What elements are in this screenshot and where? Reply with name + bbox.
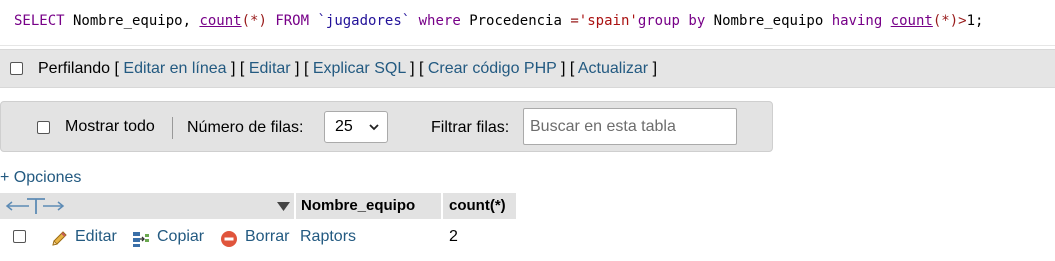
sql-token: Nombre_equipo (705, 13, 832, 29)
sql-token: = (570, 13, 579, 29)
profiling-checkbox[interactable] (10, 62, 23, 75)
edit-link[interactable]: Editar (249, 60, 291, 77)
pencil-icon (52, 231, 67, 246)
edit-inline-link[interactable]: Editar en línea (123, 60, 226, 77)
search-table-input[interactable] (523, 108, 737, 145)
actions-header-cell (0, 193, 294, 219)
column-header-label: count(*) (449, 197, 506, 214)
cell-nombre-equipo[interactable]: Raptors (300, 228, 356, 246)
show-all-label[interactable]: Mostrar todo (65, 118, 155, 136)
options-link[interactable]: + Opciones (0, 169, 81, 187)
sql-token: 1 (966, 13, 976, 29)
sort-triangle-icon[interactable] (277, 202, 290, 211)
column-arrows-icon[interactable] (5, 197, 65, 215)
rows-count-select[interactable]: 25 (324, 111, 388, 143)
sql-token: (*)> (932, 13, 967, 29)
profiling-line: Perfilando [ Editar en línea ] [ Editar … (38, 60, 658, 77)
show-all-checkbox[interactable] (37, 121, 50, 134)
refresh-link[interactable]: Actualizar (578, 60, 648, 77)
sql-token: count (890, 13, 933, 29)
edit-row-label: Editar (75, 228, 117, 245)
filter-rows-label: Filtrar filas: (431, 119, 510, 136)
sql-token: SELECT (14, 13, 65, 29)
sql-token: (*) (241, 13, 267, 29)
column-header-label: Nombre_equipo (301, 197, 416, 214)
table-header-row: Nombre_equipo count(*) (0, 193, 516, 219)
rows-count-value: 25 (335, 118, 353, 135)
header-nombre-equipo[interactable]: Nombre_equipo (296, 193, 441, 219)
sql-token: FROM (266, 13, 318, 29)
profiling-bar: Perfilando [ Editar en línea ] [ Editar … (0, 49, 1055, 88)
sql-token: having (831, 13, 883, 29)
sql-token: ; (975, 13, 984, 29)
sql-token: count (199, 13, 242, 29)
rows-count-label: Número de filas: (187, 119, 304, 136)
separator (172, 117, 173, 139)
navigation-bar: Mostrar todo Número de filas: 25 Filtrar… (0, 101, 773, 152)
sql-token: Nombre_equipo, (64, 13, 200, 29)
sql-query-box: SELECT Nombre_equipo, count(*) FROM `jug… (0, 0, 1055, 46)
row-checkbox[interactable] (13, 230, 26, 243)
sql-token: where (410, 13, 470, 29)
explain-sql-link[interactable]: Explicar SQL (313, 60, 406, 77)
profiling-label: Perfilando (38, 60, 111, 77)
delete-icon (221, 231, 237, 247)
sql-token: `jugadores` (317, 13, 411, 29)
cell-count: 2 (449, 228, 458, 245)
sql-token: 'spain' (578, 13, 638, 29)
delete-row-label: Borrar (245, 228, 290, 245)
sql-query-text: SELECT Nombre_equipo, count(*) FROM `jug… (14, 11, 983, 31)
copy-row-label: Copiar (157, 228, 205, 245)
create-php-code-link[interactable]: Crear código PHP (428, 60, 557, 77)
sql-token: Procedencia (469, 13, 571, 29)
header-count[interactable]: count(*) (443, 193, 516, 219)
chevron-down-icon (369, 124, 379, 131)
table-row: Editar Copiar Borrar Raptors 2 (0, 222, 516, 252)
sql-token: group by (637, 13, 706, 29)
copy-icon (133, 232, 149, 247)
